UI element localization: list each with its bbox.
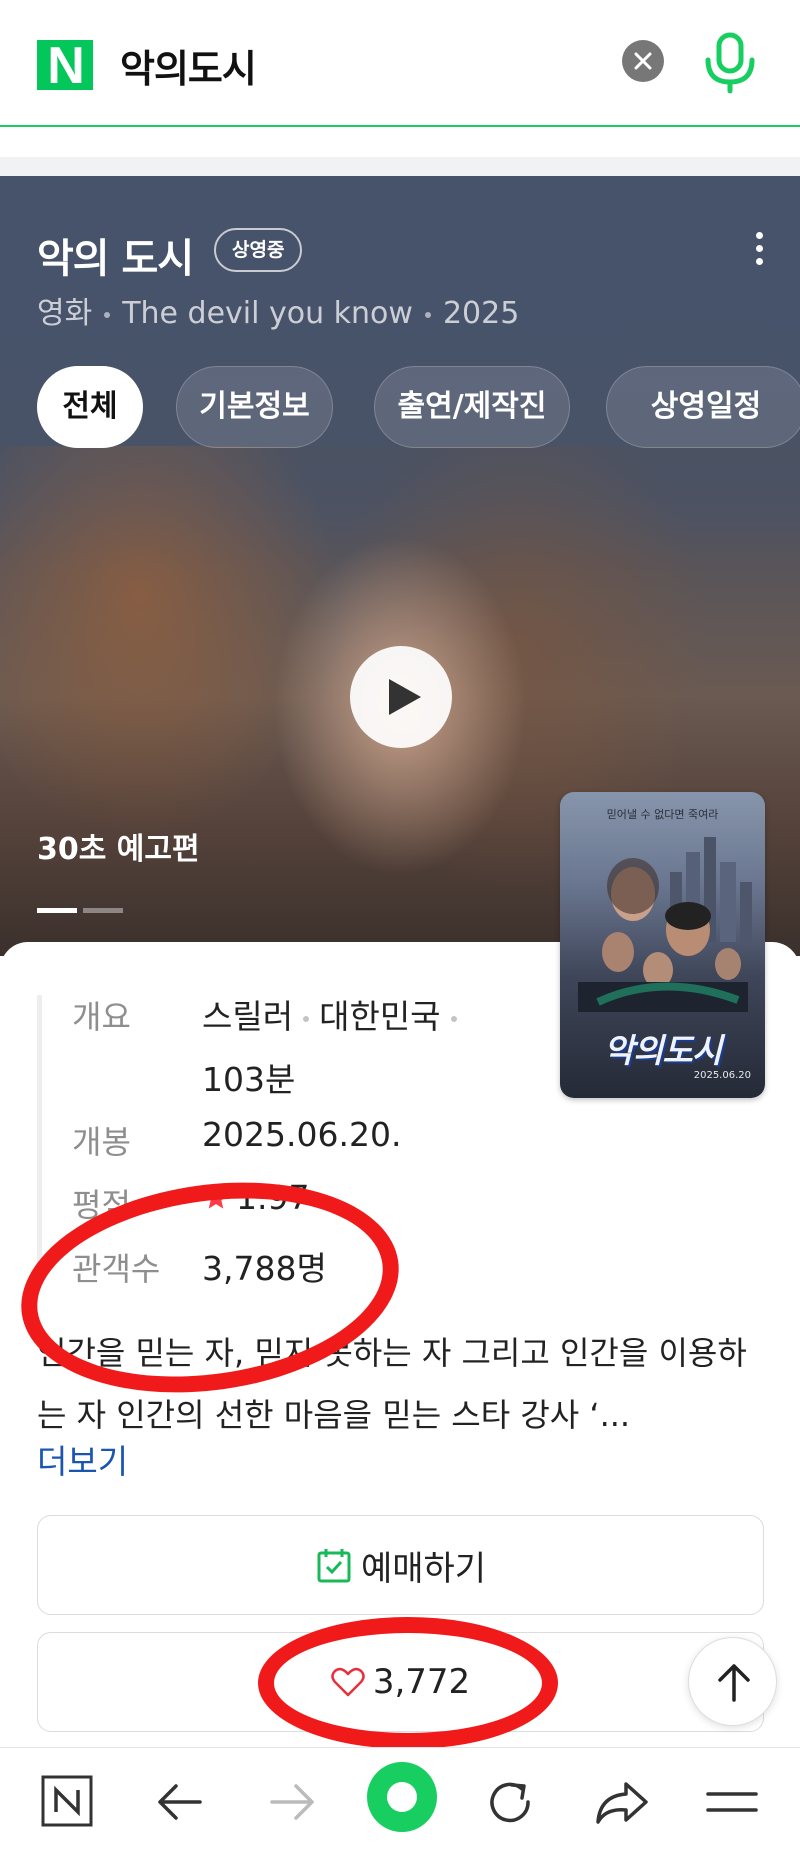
movie-category: 영화 — [37, 296, 93, 331]
naver-home-button[interactable] — [38, 1772, 102, 1836]
section-divider — [0, 157, 800, 176]
voice-search-button[interactable] — [702, 32, 758, 94]
naver-logo-icon[interactable]: N — [37, 40, 93, 92]
runtime: 103분 — [202, 1060, 296, 1099]
more-link[interactable]: 더보기 — [37, 1435, 128, 1483]
clear-search-button[interactable] — [622, 40, 664, 82]
like-count: 3,772 — [372, 1662, 471, 1702]
search-bar: N 악의도시 — [0, 0, 800, 127]
release-label: 개봉 — [72, 1123, 131, 1161]
back-arrow-icon — [158, 1784, 202, 1820]
star-icon — [204, 1186, 228, 1209]
more-vertical-icon[interactable] — [752, 232, 766, 272]
status-badge: 상영중 — [214, 228, 303, 272]
calendar-check-icon — [317, 1549, 351, 1583]
mic-icon — [705, 32, 755, 94]
poster-tagline: 믿어낼 수 없다면 죽여라 — [606, 808, 719, 821]
menu-button[interactable] — [702, 1772, 766, 1836]
movie-poster[interactable]: 믿어낼 수 없다면 죽여라 악의도시 2025.06.20 — [560, 792, 765, 1098]
overview-label: 개요 — [72, 998, 131, 1036]
tab-all[interactable]: 전체 — [37, 366, 143, 448]
release-date: 2025.06.20. — [202, 1115, 402, 1154]
poster-cast-image — [578, 858, 748, 1012]
tab-cast-crew[interactable]: 출연/제작진 — [374, 366, 570, 448]
like-button[interactable]: 3,772 — [37, 1632, 764, 1732]
info-side-bar — [37, 995, 42, 1275]
clear-icon — [634, 52, 652, 70]
audience-label: 관객수 — [72, 1250, 161, 1288]
movie-subtitle: 영화 The devil you know 2025 — [37, 288, 519, 332]
trailer-label: 30초 예고편 — [37, 832, 200, 867]
country: 대한민국 — [319, 997, 441, 1036]
back-button[interactable] — [150, 1772, 214, 1836]
genre[interactable]: 스릴러 — [202, 997, 293, 1036]
forward-button[interactable] — [262, 1772, 326, 1836]
rating-value: 1.97 — [236, 1178, 310, 1217]
tab-basic-info[interactable]: 기본정보 — [176, 366, 333, 448]
naver-home-icon — [41, 1775, 93, 1827]
movie-english-title: The devil you know — [122, 296, 413, 331]
carousel-indicator — [37, 898, 129, 917]
rating-value-row: 1.97 — [202, 1178, 309, 1217]
arrow-up-icon — [718, 1664, 750, 1702]
tab-showtimes[interactable]: 상영일정 — [606, 366, 800, 448]
scroll-to-top-button[interactable] — [688, 1637, 777, 1726]
refresh-button[interactable] — [480, 1772, 544, 1836]
menu-icon — [706, 1792, 758, 1812]
green-dot-icon[interactable] — [367, 1762, 437, 1832]
search-query[interactable]: 악의도시 — [120, 38, 257, 93]
heart-icon — [331, 1667, 365, 1697]
synopsis-text: 인간을 믿는 자, 믿지 못하는 자 그리고 인간을 이용하는 자 인간의 선한… — [37, 1334, 747, 1434]
overview-value: 스릴러 대한민국 — [202, 990, 467, 1038]
poster-date: 2025.06.20 — [693, 1070, 751, 1081]
book-ticket-button[interactable]: 예매하기 — [37, 1515, 764, 1615]
browser-toolbar — [0, 1747, 800, 1861]
share-icon — [596, 1782, 648, 1824]
share-button[interactable] — [590, 1772, 654, 1836]
book-ticket-label: 예매하기 — [360, 1548, 487, 1589]
forward-arrow-icon — [270, 1784, 314, 1820]
play-icon — [389, 679, 421, 715]
play-trailer-button[interactable] — [350, 646, 452, 748]
rating-label: 평점 — [72, 1186, 131, 1224]
movie-title[interactable]: 악의 도시 — [37, 226, 194, 284]
movie-year: 2025 — [442, 296, 520, 331]
poster-title: 악의도시 — [603, 1031, 722, 1070]
audience-count: 3,788명 — [202, 1249, 327, 1288]
refresh-icon — [490, 1782, 530, 1823]
